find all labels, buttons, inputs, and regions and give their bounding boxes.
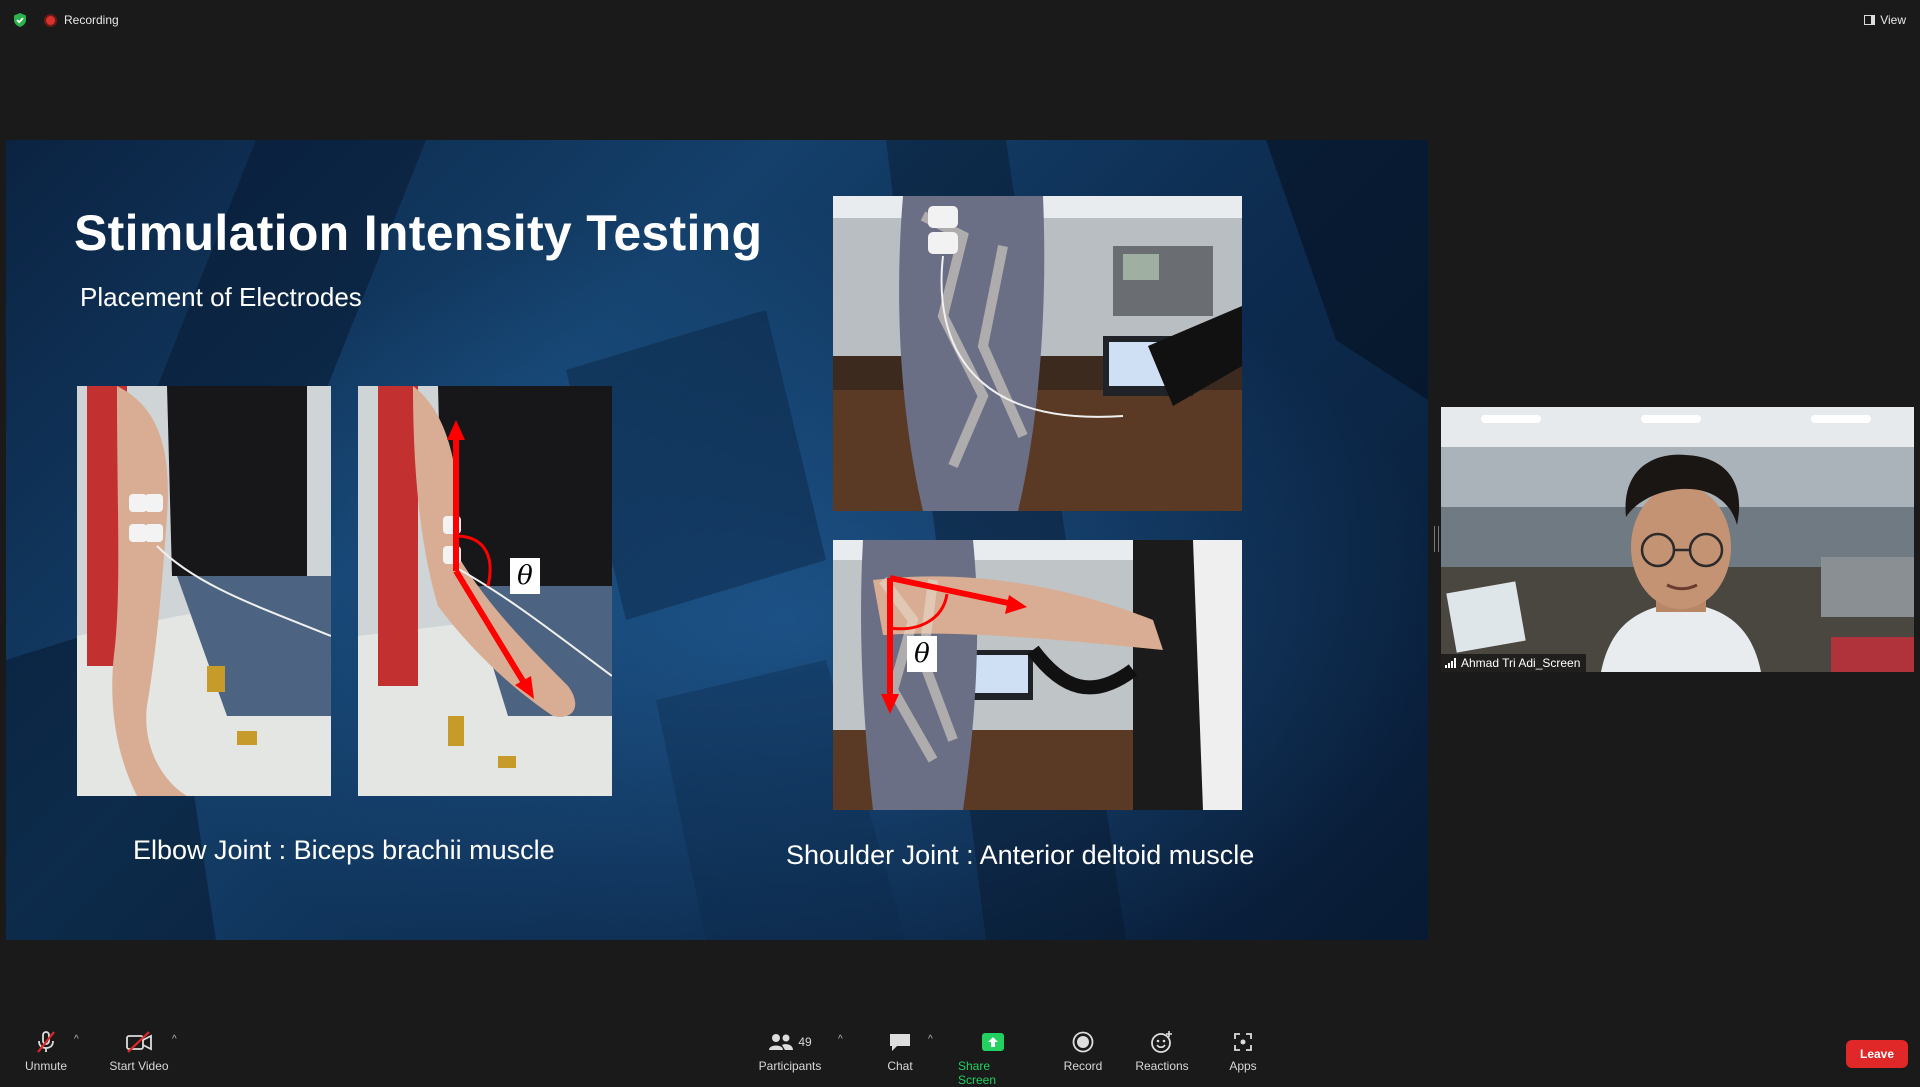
elbow-angle-photo: θ (358, 386, 612, 796)
reactions-label: Reactions (1135, 1059, 1189, 1073)
unmute-button[interactable]: Unmute (22, 1030, 70, 1073)
video-options-caret[interactable]: ^ (172, 1034, 177, 1045)
participants-count: 49 (798, 1035, 812, 1049)
reactions-button[interactable]: Reactions (1135, 1030, 1189, 1073)
participants-icon: 49 (768, 1030, 812, 1054)
top-bar: Recording View (0, 0, 1920, 40)
view-layout-icon (1864, 15, 1876, 25)
chat-button[interactable]: Chat (880, 1030, 920, 1073)
view-button[interactable]: View (1864, 12, 1906, 28)
start-video-button[interactable]: Start Video (106, 1030, 172, 1073)
theta-label-elbow: θ (510, 558, 540, 594)
shared-screen-slide: Stimulation Intensity Testing Placement … (6, 140, 1428, 940)
participant-name: Ahmad Tri Adi_Screen (1461, 656, 1581, 670)
caption-elbow-joint: Elbow Joint : Biceps brachii muscle (133, 835, 555, 865)
video-off-icon (125, 1030, 153, 1054)
chat-bubble-icon (888, 1030, 912, 1054)
participants-button[interactable]: 49 Participants (756, 1030, 824, 1073)
chat-label: Chat (887, 1059, 913, 1073)
theta-label-shoulder: θ (907, 636, 937, 672)
security-shield-icon[interactable] (12, 12, 28, 28)
share-screen-button[interactable]: Share Screen (958, 1030, 1028, 1087)
recording-label: Recording (64, 13, 119, 27)
muted-microphone-icon (34, 1030, 58, 1054)
share-screen-icon (981, 1030, 1005, 1054)
share-screen-label: Share Screen (958, 1059, 997, 1087)
apps-icon (1232, 1030, 1254, 1054)
apps-button[interactable]: Apps (1226, 1030, 1260, 1073)
participants-options-caret[interactable]: ^ (838, 1034, 843, 1045)
recording-indicator[interactable]: Recording (44, 12, 119, 28)
unmute-label: Unmute (24, 1059, 68, 1073)
participants-label: Participants (758, 1059, 822, 1073)
participant-video-tile[interactable]: Ahmad Tri Adi_Screen (1441, 407, 1914, 672)
reactions-smiley-icon (1150, 1030, 1174, 1054)
record-label: Record (1063, 1059, 1103, 1073)
record-icon (1072, 1030, 1094, 1054)
split-view-handle[interactable] (1434, 526, 1439, 552)
start-video-label: Start Video (109, 1059, 169, 1073)
participant-name-tag: Ahmad Tri Adi_Screen (1441, 654, 1587, 672)
leave-button[interactable]: Leave (1846, 1040, 1908, 1068)
meeting-toolbar: Unmute ^ Start Video ^ 49 Participants ^ (0, 1020, 1920, 1087)
view-label: View (1880, 13, 1906, 27)
apps-label: Apps (1229, 1059, 1257, 1073)
elbow-electrode-photo (77, 386, 331, 796)
caption-shoulder-joint: Shoulder Joint : Anterior deltoid muscle (786, 840, 1255, 870)
slide-subtitle: Placement of Electrodes (80, 282, 362, 312)
audio-options-caret[interactable]: ^ (74, 1034, 79, 1045)
signal-strength-icon (1445, 658, 1456, 668)
recording-dot-icon (44, 13, 57, 27)
slide-title: Stimulation Intensity Testing (74, 205, 763, 261)
chat-options-caret[interactable]: ^ (928, 1034, 933, 1045)
record-button[interactable]: Record (1062, 1030, 1104, 1073)
shoulder-electrode-photo (833, 196, 1242, 511)
shoulder-angle-photo: θ (833, 540, 1242, 810)
